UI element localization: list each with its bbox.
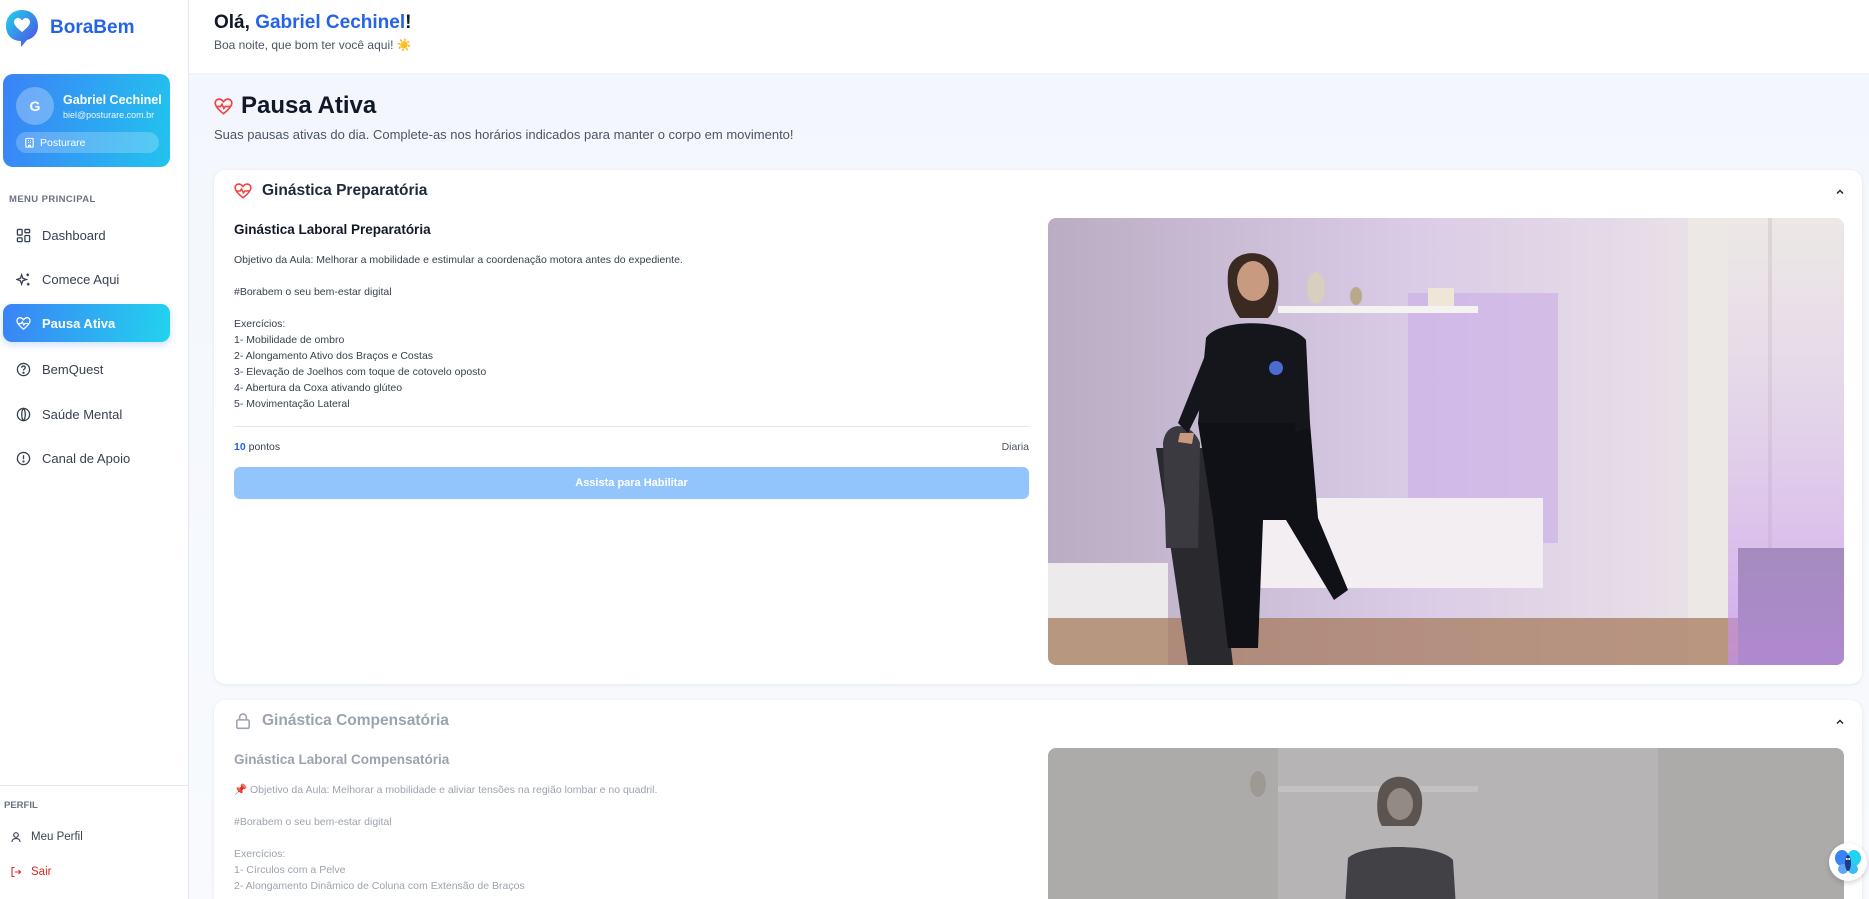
lesson-line: Exercícios:: [234, 318, 286, 330]
profile-divider: [0, 785, 189, 786]
lock-icon: [236, 713, 250, 730]
points-value: 10: [234, 441, 246, 453]
lesson-line: [234, 798, 657, 814]
sidebar-item-label: BemQuest: [42, 361, 104, 377]
lesson-line: 4- Abertura da Coxa ativando glúteo: [234, 382, 403, 394]
user-icon: [11, 832, 21, 843]
heart-pulse-icon: [16, 316, 31, 330]
brand[interactable]: BoraBem: [4, 8, 134, 48]
points: 10 pontos: [234, 441, 280, 453]
lesson-line: 3- Elevação de Joelhos com toque de coto…: [234, 366, 487, 378]
lesson-line: 5- Movimentação Lateral: [234, 398, 350, 410]
greeting-subtitle: Boa noite, que bom ter você aqui! ☀️: [214, 38, 412, 52]
sidebar-item-saude-mental[interactable]: Saúde Mental: [3, 395, 170, 433]
watch-to-enable-button[interactable]: Assista para Habilitar: [234, 467, 1029, 499]
lesson-title: Ginástica Laboral Compensatória: [234, 752, 450, 767]
video-player[interactable]: [1048, 218, 1844, 665]
sidebar-item-label: Comece Aqui: [42, 271, 120, 287]
building-icon: [25, 137, 34, 148]
lesson-description: Objetivo da Aula: Melhorar a mobilidade …: [234, 252, 683, 412]
sparkles-icon: [16, 272, 30, 286]
lesson-line: 📌 Objetivo da Aula: Melhorar a mobilidad…: [234, 784, 658, 796]
sidebar-item-bemquest[interactable]: BemQuest: [3, 350, 170, 388]
lesson-line: #Borabem o seu bem-estar digital: [234, 816, 392, 828]
lesson-description: 📌 Objetivo da Aula: Melhorar a mobilidad…: [234, 782, 657, 894]
menu-heading: MENU PRINCIPAL: [9, 194, 96, 205]
lesson-line: [234, 268, 683, 284]
lesson-line: 1- Círculos com a Pelve: [234, 864, 346, 876]
lesson-line: [234, 830, 657, 846]
lesson-line: #Borabem o seu bem-estar digital: [234, 286, 392, 298]
card-title: Ginástica Compensatória: [262, 712, 449, 729]
activity-card-locked: Ginástica Compensatória Ginástica Labora…: [214, 700, 1862, 899]
page-title: Pausa Ativa: [241, 92, 377, 119]
mind-icon: [16, 406, 31, 422]
points-label: pontos: [245, 441, 281, 453]
lesson-line: 2- Alongamento Ativo dos Braços e Costas: [234, 350, 434, 362]
company-name: Posturare: [40, 136, 86, 149]
brand-logo-icon: [6, 10, 38, 47]
heart-pulse-icon: [234, 183, 252, 199]
video-thumbnail: [1048, 748, 1844, 899]
butterfly-mascot-icon: [1835, 850, 1861, 874]
lesson-title: Ginástica Laboral Preparatória: [234, 222, 431, 237]
logout-link[interactable]: Sair: [10, 866, 51, 878]
sidebar: BoraBem G Gabriel Cechinel biel@posturar…: [0, 0, 189, 899]
sidebar-item-dashboard[interactable]: Dashboard: [3, 216, 170, 254]
logout-label: Sair: [31, 866, 52, 878]
question-circle-icon: [16, 362, 31, 376]
page-description: Suas pausas ativas do dia. Complete-as n…: [214, 127, 794, 142]
card-header[interactable]: Ginástica Preparatória: [234, 182, 427, 200]
frequency-label: Diaria: [1001, 441, 1029, 453]
assistant-mascot-button[interactable]: [1829, 843, 1867, 881]
greeting: Olá, Gabriel Cechinel!: [214, 12, 411, 34]
my-profile-link[interactable]: Meu Perfil: [10, 831, 83, 843]
chevron-up-icon[interactable]: [1834, 186, 1846, 198]
lesson-line: Exercícios:: [234, 848, 286, 860]
my-profile-label: Meu Perfil: [31, 831, 83, 843]
company-badge: Posturare: [16, 132, 159, 153]
heart-pulse-icon: [214, 97, 233, 115]
greeting-name: Gabriel Cechinel: [255, 12, 406, 33]
activity-card: Ginástica Preparatória Ginástica Laboral…: [214, 170, 1862, 684]
greeting-prefix: Olá,: [214, 12, 256, 33]
lesson-line: Objetivo da Aula: Melhorar a mobilidade …: [234, 254, 683, 266]
card-divider: [234, 426, 1029, 427]
user-email: biel@posturare.com.br: [63, 110, 155, 120]
lesson-line: 2- Alongamento Dinâmico de Coluna com Ex…: [234, 880, 525, 892]
user-name: Gabriel Cechinel: [63, 93, 162, 107]
sidebar-item-label: Dashboard: [42, 227, 106, 243]
sidebar-item-label: Saúde Mental: [42, 406, 123, 422]
grid-icon: [16, 228, 31, 242]
card-title: Ginástica Preparatória: [262, 182, 428, 199]
profile-heading: PERFIL: [4, 800, 38, 811]
page-header: Pausa Ativa: [214, 92, 376, 120]
user-card[interactable]: G Gabriel Cechinel biel@posturare.com.br…: [3, 74, 170, 167]
logout-icon: [11, 866, 22, 878]
top-header: Olá, Gabriel Cechinel! Boa noite, que bo…: [189, 0, 1869, 74]
greeting-suffix: !: [405, 12, 412, 33]
lesson-line: 1- Mobilidade de ombro: [234, 334, 345, 346]
sidebar-item-label: Canal de Apoio: [42, 450, 131, 466]
alert-circle-icon: [16, 451, 31, 465]
chevron-up-icon[interactable]: [1834, 716, 1846, 728]
card-header[interactable]: Ginástica Compensatória: [234, 712, 449, 730]
sidebar-item-label: Pausa Ativa: [42, 315, 116, 331]
video-player-locked: [1048, 748, 1844, 899]
main-content: Pausa Ativa Suas pausas ativas do dia. C…: [189, 74, 1869, 899]
lesson-line: [234, 300, 683, 316]
sidebar-item-canal-de-apoio[interactable]: Canal de Apoio: [3, 439, 170, 477]
sidebar-item-comece-aqui[interactable]: Comece Aqui: [3, 260, 170, 298]
video-thumbnail: [1048, 218, 1844, 665]
avatar: G: [16, 87, 54, 125]
brand-name: BoraBem: [50, 17, 135, 38]
sidebar-item-pausa-ativa[interactable]: Pausa Ativa: [3, 304, 170, 342]
